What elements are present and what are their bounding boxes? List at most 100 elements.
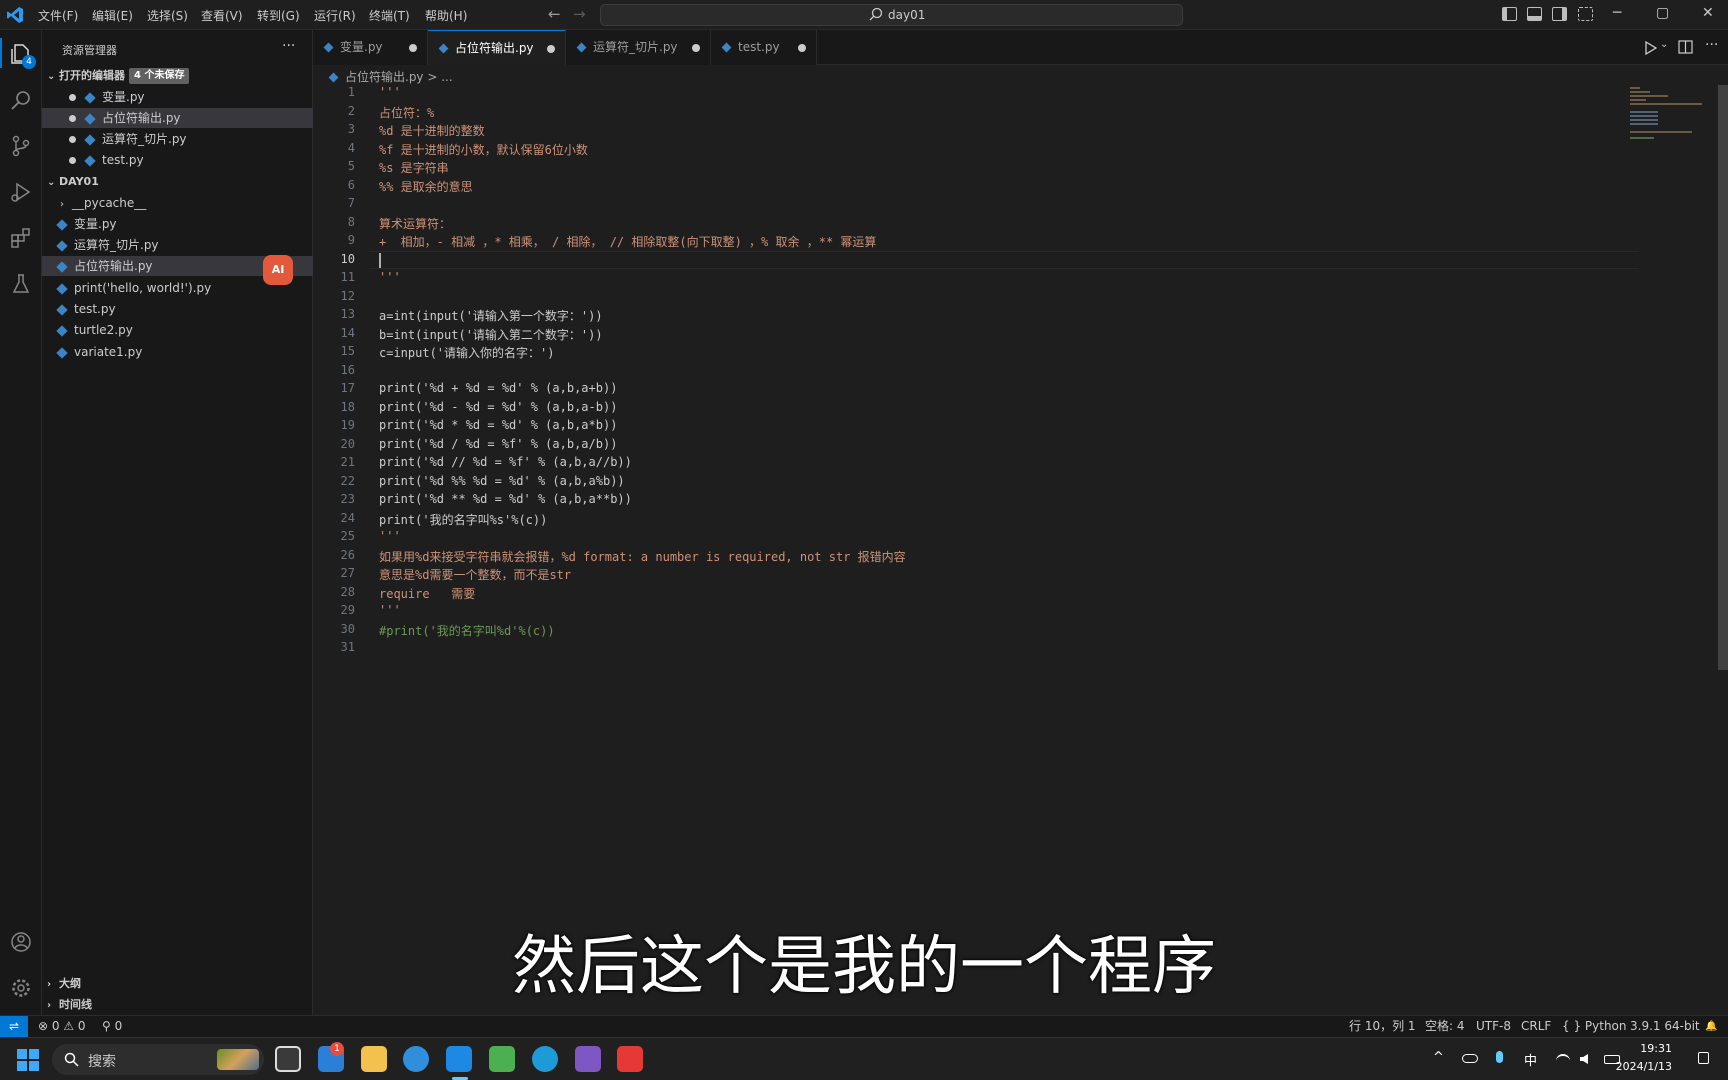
windows-start-icon[interactable] bbox=[17, 1049, 39, 1071]
back-arrow-icon[interactable]: ← bbox=[548, 5, 561, 23]
search-placeholder: 搜索 bbox=[88, 1054, 116, 1070]
breadcrumb[interactable]: 占位符输出.py > ... bbox=[328, 68, 453, 85]
indentation[interactable]: 空格: 4 bbox=[1425, 1016, 1465, 1037]
python-file-icon bbox=[721, 42, 732, 53]
vertical-scrollbar[interactable] bbox=[1718, 85, 1728, 670]
testing-flask-icon[interactable] bbox=[9, 272, 33, 296]
customize-layout-icon[interactable] bbox=[1578, 7, 1593, 21]
run-python-icon[interactable] bbox=[1643, 41, 1657, 55]
open-editors-header[interactable]: ⌄ 打开的编辑器 4 个未保存 bbox=[42, 66, 313, 86]
run-dropdown-chevron-icon[interactable]: ⌄ bbox=[1660, 39, 1668, 50]
extensions-icon[interactable] bbox=[9, 226, 33, 250]
unsaved-dot-icon[interactable] bbox=[409, 44, 417, 52]
python-file-icon bbox=[56, 218, 68, 231]
tab-operators-slicing[interactable]: 运算符_切片.py bbox=[566, 30, 711, 65]
split-editor-icon[interactable] bbox=[1678, 40, 1693, 54]
toggle-sidebar-icon[interactable] bbox=[1502, 7, 1517, 21]
run-debug-icon[interactable] bbox=[9, 180, 33, 204]
tab-variables[interactable]: 变量.py bbox=[313, 30, 428, 65]
minimap[interactable] bbox=[1630, 85, 1710, 145]
menu-help[interactable]: 帮助(H) bbox=[425, 7, 467, 24]
notification-center-icon[interactable] bbox=[1698, 1052, 1709, 1064]
folder-header[interactable]: ⌄ DAY01 bbox=[42, 172, 313, 192]
source-control-icon[interactable] bbox=[9, 134, 33, 158]
open-editor-item[interactable]: 占位符输出.py bbox=[42, 108, 313, 128]
menu-run[interactable]: 运行(R) bbox=[314, 7, 356, 24]
ai-assistant-icon[interactable]: AI bbox=[263, 255, 293, 285]
remote-indicator[interactable]: ⇌ bbox=[0, 1016, 28, 1037]
tab-placeholder-output[interactable]: 占位符输出.py bbox=[428, 30, 566, 65]
file-explorer-icon[interactable] bbox=[361, 1046, 387, 1072]
youdao-icon[interactable] bbox=[617, 1046, 643, 1072]
menu-go[interactable]: 转到(G) bbox=[257, 7, 300, 24]
open-editor-item[interactable]: 变量.py bbox=[42, 87, 313, 107]
line-number: 17 bbox=[340, 381, 355, 395]
command-center-text: day01 bbox=[888, 8, 926, 22]
video-subtitle: 然后这个是我的一个程序 bbox=[512, 930, 1216, 1004]
tree-item-file[interactable]: 变量.py bbox=[42, 214, 313, 234]
status-bar: ⇌ ⊗ 0 ⚠ 0 ⚲ 0 行 10，列 1 空格: 4 UTF-8 CRLF … bbox=[0, 1015, 1728, 1037]
taskbar-search[interactable]: 搜索 bbox=[52, 1044, 264, 1075]
language-mode[interactable]: { } Python bbox=[1562, 1016, 1627, 1037]
open-editor-item[interactable]: 运算符_切片.py bbox=[42, 129, 313, 149]
menu-file[interactable]: 文件(F) bbox=[38, 7, 78, 24]
clock-time[interactable]: 19:31 bbox=[1640, 1042, 1672, 1055]
line-ending[interactable]: CRLF bbox=[1521, 1016, 1551, 1037]
command-center-search[interactable]: day01 bbox=[600, 4, 1183, 26]
wifi-icon[interactable] bbox=[1556, 1054, 1570, 1064]
tree-item-label: test.py bbox=[74, 302, 116, 316]
volume-icon[interactable] bbox=[1580, 1054, 1588, 1064]
edge-browser-icon[interactable] bbox=[532, 1046, 558, 1072]
tree-item-file[interactable]: variate1.py bbox=[42, 342, 313, 362]
line-number: 7 bbox=[347, 196, 355, 210]
onedrive-cloud-icon[interactable] bbox=[1462, 1054, 1478, 1063]
menu-edit[interactable]: 编辑(E) bbox=[92, 7, 133, 24]
notifications-bell-icon[interactable]: 🔔 bbox=[1705, 1016, 1717, 1037]
python-interpreter[interactable]: 3.9.1 64-bit bbox=[1630, 1016, 1700, 1037]
line-number: 2 bbox=[347, 103, 355, 118]
encoding[interactable]: UTF-8 bbox=[1476, 1016, 1511, 1037]
tree-item-file[interactable]: 运算符_切片.py bbox=[42, 235, 313, 255]
editor-more-actions-icon[interactable]: ··· bbox=[1705, 37, 1718, 53]
close-button[interactable]: ✕ bbox=[1702, 5, 1714, 21]
toggle-secondary-sidebar-icon[interactable] bbox=[1552, 7, 1567, 21]
task-view-icon[interactable] bbox=[275, 1046, 301, 1072]
tray-overflow-icon[interactable]: ^ bbox=[1433, 1050, 1444, 1065]
tree-item-file[interactable]: turtle2.py bbox=[42, 320, 313, 340]
unsaved-dot-icon[interactable] bbox=[692, 44, 700, 52]
vscode-taskbar-icon[interactable] bbox=[446, 1046, 472, 1072]
tab-test[interactable]: test.py bbox=[711, 30, 817, 65]
browser-icon[interactable] bbox=[403, 1046, 429, 1072]
breadcrumb-path: 占位符输出.py > ... bbox=[345, 70, 453, 84]
tree-item-folder[interactable]: › __pycache__ bbox=[42, 193, 313, 213]
menu-selection[interactable]: 选择(S) bbox=[147, 7, 188, 24]
restore-button[interactable]: ▢ bbox=[1656, 5, 1669, 21]
menu-terminal[interactable]: 终端(T) bbox=[369, 7, 410, 24]
microphone-icon[interactable] bbox=[1496, 1051, 1503, 1063]
cursor-position[interactable]: 行 10，列 1 bbox=[1349, 1016, 1416, 1037]
unsaved-dot-icon[interactable] bbox=[798, 44, 806, 52]
forward-arrow-icon[interactable]: → bbox=[573, 5, 586, 23]
unsaved-dot-icon[interactable] bbox=[547, 45, 555, 53]
current-line-highlight bbox=[369, 251, 1639, 269]
search-icon[interactable] bbox=[9, 88, 33, 112]
line-number: 1 bbox=[347, 85, 355, 99]
line-number: 30 bbox=[340, 621, 355, 636]
problems-indicator[interactable]: ⊗ 0 ⚠ 0 bbox=[38, 1016, 86, 1037]
ime-indicator[interactable]: 中 bbox=[1524, 1050, 1537, 1069]
app-icon[interactable] bbox=[575, 1046, 601, 1072]
app-icon[interactable] bbox=[489, 1046, 515, 1072]
toggle-panel-icon[interactable] bbox=[1527, 7, 1542, 21]
ports-indicator[interactable]: ⚲ 0 bbox=[102, 1016, 122, 1037]
menu-view[interactable]: 查看(V) bbox=[201, 7, 243, 24]
code-editor[interactable]: 1 2 3 4 5 6 7 8 9 10 11 12 13 14 15 16 17 18 19 20 21 22 23 24 2… bbox=[313, 85, 1668, 1015]
clock-date[interactable]: 2024/1/13 bbox=[1616, 1060, 1672, 1073]
line-number: 4 bbox=[347, 140, 355, 155]
more-actions-icon[interactable]: ··· bbox=[282, 38, 295, 54]
minimize-button[interactable]: ─ bbox=[1613, 5, 1621, 21]
open-editor-item[interactable]: test.py bbox=[42, 150, 313, 170]
line-number: 31 bbox=[340, 640, 355, 654]
tree-item-file[interactable]: test.py bbox=[42, 299, 313, 319]
code-line: ''' bbox=[379, 270, 401, 284]
code-line: a=int(input('请输入第一个数字：')) bbox=[379, 309, 603, 323]
